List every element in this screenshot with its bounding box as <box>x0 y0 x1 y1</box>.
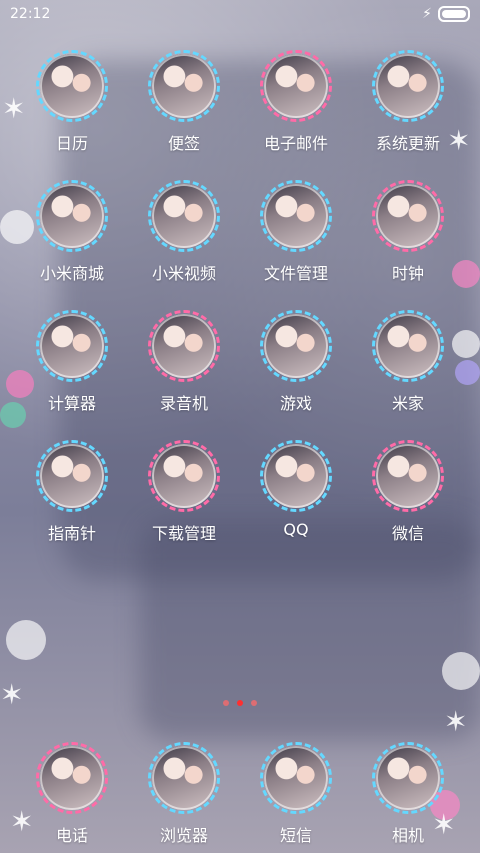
app-icon <box>264 314 328 378</box>
dock: 电话 浏览器 短信 相机 <box>16 742 464 846</box>
app-label: 时钟 <box>391 264 424 283</box>
app-calendar[interactable]: 日历 <box>16 50 128 180</box>
app-icon <box>152 54 216 118</box>
app-icon-ring <box>148 180 220 252</box>
app-icon-ring <box>372 50 444 122</box>
status-bar: 22:12 ⚡ <box>0 0 480 28</box>
app-label: 系统更新 <box>375 134 440 153</box>
app-icon <box>376 746 440 810</box>
app-icon-ring <box>36 50 108 122</box>
app-label: 浏览器 <box>159 826 208 845</box>
app-icon-ring <box>36 440 108 512</box>
app-icon-ring <box>148 742 220 814</box>
app-icon-ring <box>148 310 220 382</box>
app-label: 游戏 <box>279 394 312 413</box>
app-icon-ring <box>36 310 108 382</box>
app-label: 电子邮件 <box>263 134 328 153</box>
app-label: 下载管理 <box>151 524 216 543</box>
app-icon <box>264 746 328 810</box>
app-icon <box>152 746 216 810</box>
page-dot[interactable] <box>251 700 257 706</box>
app-label: 文件管理 <box>263 264 328 283</box>
app-icon <box>152 184 216 248</box>
app-icon-ring <box>372 310 444 382</box>
app-email[interactable]: 电子邮件 <box>240 50 352 180</box>
app-recorder[interactable]: 录音机 <box>128 310 240 440</box>
battery-icon <box>438 6 470 22</box>
bokeh-light <box>6 620 46 660</box>
dock-camera[interactable]: 相机 <box>352 742 464 846</box>
app-icon-ring <box>260 440 332 512</box>
app-label: 日历 <box>55 134 88 153</box>
app-label: 小米商城 <box>39 264 104 283</box>
app-label: 录音机 <box>159 394 208 413</box>
app-mi-home[interactable]: 米家 <box>352 310 464 440</box>
app-icon-ring <box>36 180 108 252</box>
app-icon <box>40 746 104 810</box>
app-label: 相机 <box>391 826 424 845</box>
app-icon-ring <box>260 180 332 252</box>
app-icon-ring <box>36 742 108 814</box>
status-icons: ⚡ <box>422 6 470 22</box>
app-icon-ring <box>372 742 444 814</box>
app-downloads[interactable]: 下载管理 <box>128 440 240 570</box>
app-calculator[interactable]: 计算器 <box>16 310 128 440</box>
sparkle-icon: ✶ <box>0 678 24 711</box>
app-label: 便签 <box>167 134 200 153</box>
app-icon <box>264 444 328 508</box>
app-label: 短信 <box>279 826 312 845</box>
app-file-manager[interactable]: 文件管理 <box>240 180 352 310</box>
bokeh-light <box>442 652 480 690</box>
app-icon-ring <box>148 440 220 512</box>
bolt-icon: ⚡ <box>422 6 432 22</box>
app-wechat[interactable]: 微信 <box>352 440 464 570</box>
app-grid: 日历 便签 电子邮件 系统更新 小米商城 小米视频 文件管理 时钟 计算器 录音… <box>16 50 464 570</box>
app-icon <box>40 184 104 248</box>
app-icon <box>376 314 440 378</box>
dock-messages[interactable]: 短信 <box>240 742 352 846</box>
app-icon-ring <box>260 742 332 814</box>
app-label: 计算器 <box>47 394 96 413</box>
app-label: 小米视频 <box>151 264 216 283</box>
app-label: 微信 <box>391 524 424 543</box>
app-icon <box>40 314 104 378</box>
app-icon <box>376 184 440 248</box>
status-time: 22:12 <box>10 6 51 22</box>
page-indicator <box>0 700 480 706</box>
app-label: 指南针 <box>47 524 96 543</box>
app-mi-store[interactable]: 小米商城 <box>16 180 128 310</box>
app-notes[interactable]: 便签 <box>128 50 240 180</box>
app-qq[interactable]: QQ <box>240 440 352 570</box>
app-games[interactable]: 游戏 <box>240 310 352 440</box>
app-mi-video[interactable]: 小米视频 <box>128 180 240 310</box>
app-icon <box>152 444 216 508</box>
app-label: QQ <box>283 520 309 539</box>
app-icon <box>40 444 104 508</box>
app-system-update[interactable]: 系统更新 <box>352 50 464 180</box>
page-dot[interactable] <box>223 700 229 706</box>
app-icon-ring <box>260 50 332 122</box>
app-icon-ring <box>372 440 444 512</box>
app-icon <box>40 54 104 118</box>
page-dot-active[interactable] <box>237 700 243 706</box>
app-icon <box>264 184 328 248</box>
app-icon-ring <box>260 310 332 382</box>
sparkle-icon: ✶ <box>444 705 468 738</box>
dock-phone[interactable]: 电话 <box>16 742 128 846</box>
app-icon <box>152 314 216 378</box>
app-icon-ring <box>148 50 220 122</box>
app-compass[interactable]: 指南针 <box>16 440 128 570</box>
app-icon <box>376 54 440 118</box>
app-clock[interactable]: 时钟 <box>352 180 464 310</box>
app-icon <box>376 444 440 508</box>
app-icon-ring <box>372 180 444 252</box>
dock-browser[interactable]: 浏览器 <box>128 742 240 846</box>
app-icon <box>264 54 328 118</box>
app-label: 电话 <box>55 826 88 845</box>
app-label: 米家 <box>391 394 424 413</box>
